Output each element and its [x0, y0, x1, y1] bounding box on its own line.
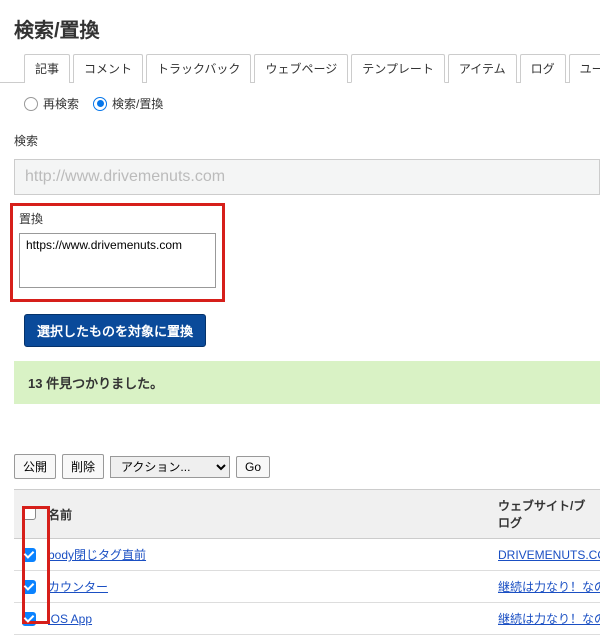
radio-group: 再検索 検索/置換 — [0, 83, 600, 124]
page-title: 検索/置換 — [0, 0, 600, 53]
tab-3[interactable]: ウェブページ — [254, 54, 348, 83]
radio-research[interactable]: 再検索 — [24, 95, 79, 112]
tabs: 記事コメントトラックバックウェブページテンプレートアイテムログユーザーブログ — [0, 53, 600, 83]
replace-textarea[interactable] — [19, 233, 216, 288]
publish-button[interactable]: 公開 — [14, 454, 56, 479]
action-toolbar: 公開 削除 アクション... Go — [0, 404, 600, 489]
radio-replace[interactable]: 検索/置換 — [93, 95, 163, 112]
tab-1[interactable]: コメント — [73, 54, 143, 83]
radio-label: 検索/置換 — [112, 95, 163, 112]
radio-circle-icon — [24, 97, 38, 111]
row-name-link[interactable]: iOS App — [48, 612, 92, 626]
row-name-link[interactable]: body閉じタグ直前 — [48, 548, 146, 562]
tab-5[interactable]: アイテム — [448, 54, 517, 83]
delete-button[interactable]: 削除 — [62, 454, 104, 479]
search-section: 検索 — [0, 124, 600, 159]
row-name-link[interactable]: カウンター — [48, 580, 108, 594]
results-table: 名前 ウェブサイト/ブログ body閉じタグ直前 DRIVEMENUTS.COM カ… — [14, 489, 600, 635]
tab-4[interactable]: テンプレート — [351, 54, 445, 83]
replace-section: 置換 — [10, 203, 225, 302]
go-button[interactable]: Go — [236, 456, 270, 478]
row-site-link[interactable]: 継続は力なり！なの — [498, 580, 600, 594]
row-site-link[interactable]: 継続は力なり！なの — [498, 612, 600, 626]
radio-label: 再検索 — [43, 95, 79, 112]
search-label: 検索 — [14, 132, 586, 149]
result-banner: 13 件見つかりました。 — [14, 361, 600, 404]
tab-2[interactable]: トラックバック — [146, 54, 251, 83]
submit-button[interactable]: 選択したものを対象に置換 — [24, 314, 206, 347]
replace-label: 置換 — [19, 210, 216, 227]
row-checkbox[interactable] — [22, 580, 36, 594]
table-row: iOS App 継続は力なり！なの — [14, 603, 600, 635]
col-checkbox — [14, 490, 40, 539]
row-site-link[interactable]: DRIVEMENUTS.COM — [498, 548, 600, 562]
search-input[interactable] — [14, 159, 600, 195]
tab-7[interactable]: ユーザー — [569, 54, 600, 83]
radio-circle-icon — [93, 97, 107, 111]
action-select[interactable]: アクション... — [110, 456, 230, 478]
col-name-header[interactable]: 名前 — [40, 490, 490, 539]
table-row: body閉じタグ直前 DRIVEMENUTS.COM — [14, 539, 600, 571]
table-row: カウンター 継続は力なり！なの — [14, 571, 600, 603]
row-checkbox[interactable] — [22, 612, 36, 626]
row-checkbox[interactable] — [22, 548, 36, 562]
col-site-header[interactable]: ウェブサイト/ブログ — [490, 490, 600, 539]
tab-0[interactable]: 記事 — [24, 54, 70, 83]
select-all-checkbox[interactable] — [22, 506, 36, 520]
tab-6[interactable]: ログ — [520, 54, 566, 83]
